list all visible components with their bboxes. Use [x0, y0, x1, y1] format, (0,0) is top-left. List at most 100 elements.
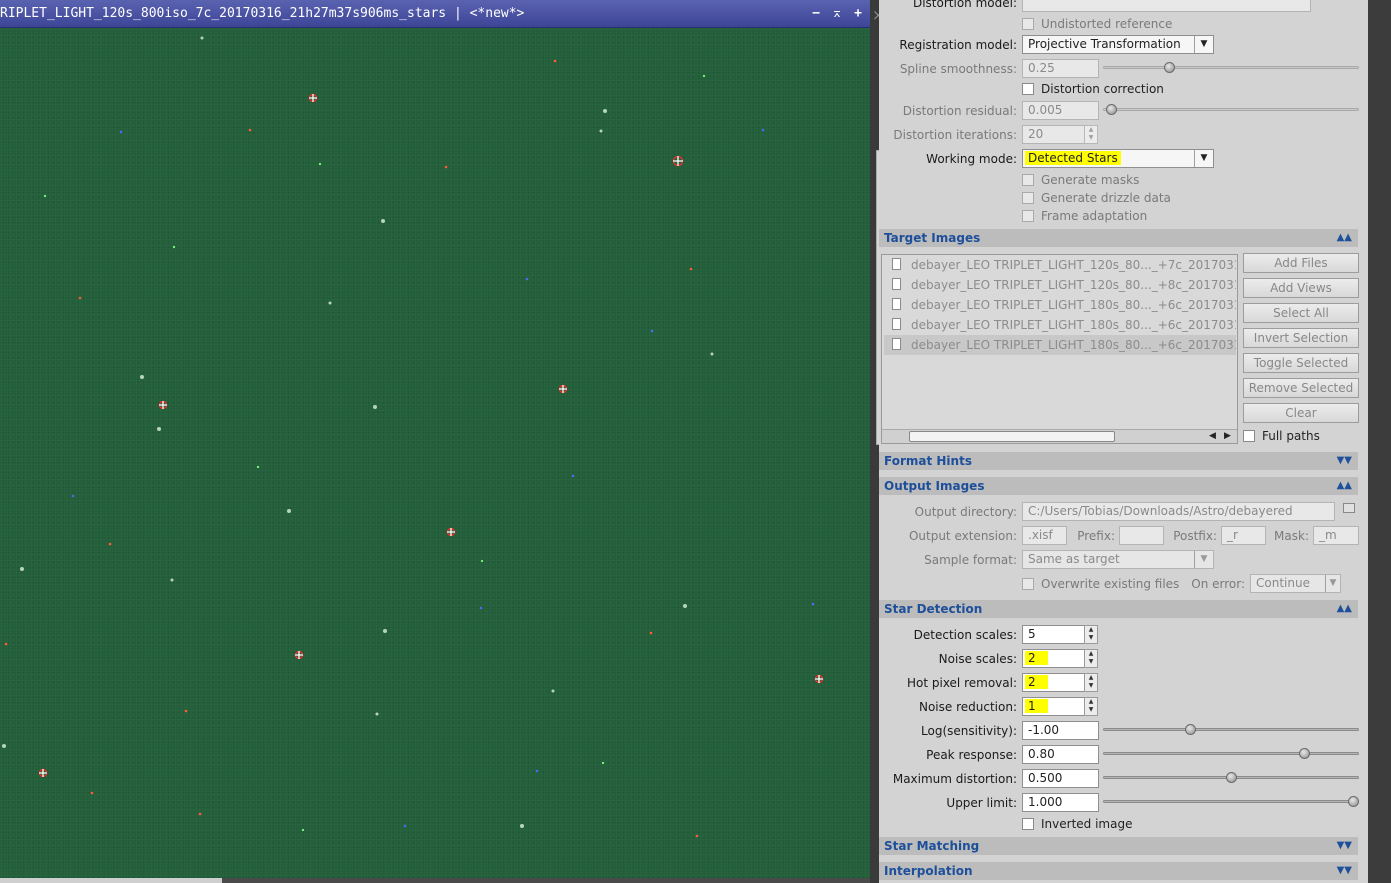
collapse-icon[interactable]: ▲▲ — [1337, 229, 1352, 247]
full-paths-checkbox[interactable]: Full paths — [1243, 429, 1320, 443]
target-images-section-header[interactable]: Target Images ▲▲ — [879, 229, 1358, 247]
distortion-residual-slider[interactable] — [1103, 104, 1359, 115]
interpolation-section-header[interactable]: Interpolation ▼▼ — [879, 862, 1358, 880]
detection-scales-field[interactable]: 5 — [1022, 625, 1085, 644]
distortion-residual-field[interactable]: 0.005 — [1022, 101, 1099, 120]
star-image-canvas[interactable] — [0, 28, 870, 878]
output-extension-field[interactable]: .xisf — [1022, 526, 1067, 545]
working-mode-label: Working mode: — [926, 152, 1017, 166]
scroll-left-icon[interactable]: ◀ — [1209, 430, 1216, 443]
log-sensitivity-field[interactable]: -1.00 — [1022, 721, 1099, 740]
frame-adaptation-checkbox[interactable]: Frame adaptation — [1022, 209, 1147, 223]
image-window[interactable]: RIPLET_LIGHT_120s_800iso_7c_20170316_21h… — [0, 0, 870, 883]
distortion-iterations-field[interactable]: 20 — [1022, 125, 1085, 144]
on-error-value: Continue — [1256, 576, 1310, 590]
list-item[interactable]: debayer_LEO TRIPLET_LIGHT_180s_80..._+6c… — [884, 335, 1236, 355]
noise-scales-field[interactable]: 2 — [1022, 649, 1085, 668]
generate-drizzle-checkbox[interactable]: Generate drizzle data — [1022, 191, 1171, 205]
maximize-button[interactable]: + — [848, 0, 868, 27]
overwrite-checkbox[interactable]: Overwrite existing files — [1022, 577, 1179, 591]
peak-response-slider[interactable] — [1103, 748, 1359, 759]
slider-knob[interactable] — [1226, 772, 1237, 783]
on-error-label: On error: — [1191, 577, 1245, 591]
registration-model-select[interactable]: Projective Transformation ▼ — [1022, 35, 1214, 54]
star-field — [2, 36, 824, 838]
list-item[interactable]: debayer_LEO TRIPLET_LIGHT_120s_80..._+8c… — [884, 275, 1236, 295]
toggle-selected-button[interactable]: Toggle Selected — [1243, 353, 1359, 373]
distortion-correction-checkbox[interactable]: Distortion correction — [1022, 82, 1164, 96]
prefix-field[interactable] — [1119, 526, 1164, 545]
working-mode-select[interactable]: Detected Stars ▼ — [1022, 149, 1214, 168]
minimize-button[interactable]: − — [806, 0, 826, 27]
folder-icon[interactable] — [1343, 503, 1355, 513]
upper-limit-slider[interactable] — [1103, 796, 1359, 807]
inverted-image-checkbox[interactable]: Inverted image — [1022, 817, 1132, 831]
list-horizontal-scrollbar[interactable]: ◀ ▶ — [882, 429, 1237, 443]
output-directory-field[interactable]: C:/Users/Tobias/Downloads/Astro/debayere… — [1022, 502, 1335, 521]
add-views-button[interactable]: Add Views — [1243, 278, 1359, 298]
list-item[interactable]: debayer_LEO TRIPLET_LIGHT_120s_80..._+7c… — [884, 255, 1236, 275]
file-icon — [892, 338, 901, 350]
format-hints-section-header[interactable]: Format Hints ▼▼ — [879, 452, 1358, 470]
distortion-model-field[interactable] — [1022, 0, 1311, 12]
mask-label: Mask: — [1274, 529, 1309, 543]
star-matching-section-header[interactable]: Star Matching ▼▼ — [879, 837, 1358, 855]
chevron-down-icon: ▼ — [1194, 150, 1213, 167]
shade-button[interactable]: ⌅ — [827, 0, 847, 27]
scroll-thumb[interactable] — [909, 431, 1115, 442]
slider-knob[interactable] — [1106, 104, 1117, 115]
invert-selection-button[interactable]: Invert Selection — [1243, 328, 1359, 348]
output-images-section-header[interactable]: Output Images ▲▲ — [879, 477, 1358, 495]
slider-knob[interactable] — [1185, 724, 1196, 735]
clear-button[interactable]: Clear — [1243, 403, 1359, 423]
peak-response-label: Peak response: — [926, 748, 1017, 762]
upper-limit-field[interactable]: 1.000 — [1022, 793, 1099, 812]
file-icon — [892, 298, 901, 310]
section-title: Interpolation — [884, 864, 973, 878]
remove-selected-button[interactable]: Remove Selected — [1243, 378, 1359, 398]
undistorted-reference-checkbox[interactable]: Undistorted reference — [1022, 17, 1172, 31]
spline-smoothness-slider[interactable] — [1103, 62, 1359, 73]
expand-icon[interactable]: ▼▼ — [1337, 837, 1352, 855]
list-item[interactable]: debayer_LEO TRIPLET_LIGHT_180s_80..._+6c… — [884, 295, 1236, 315]
select-all-button[interactable]: Select All — [1243, 303, 1359, 323]
spline-smoothness-field[interactable]: 0.25 — [1022, 59, 1099, 78]
star-alignment-panel: Distortion model: Undistorted reference … — [879, 0, 1368, 883]
noise-reduction-field[interactable]: 1 — [1022, 697, 1085, 716]
postfix-field[interactable]: _r — [1221, 526, 1266, 545]
scroll-thumb[interactable] — [0, 878, 222, 883]
peak-response-field[interactable]: 0.80 — [1022, 745, 1099, 764]
generate-masks-checkbox[interactable]: Generate masks — [1022, 173, 1139, 187]
noise-reduction-value: 1 — [1025, 699, 1048, 713]
add-files-button[interactable]: Add Files — [1243, 253, 1359, 273]
sample-format-select[interactable]: Same as target ▼ — [1022, 550, 1214, 569]
log-sensitivity-label: Log(sensitivity): — [921, 724, 1017, 738]
output-extension-label: Output extension: — [908, 529, 1017, 543]
mask-field[interactable]: _m — [1313, 526, 1359, 545]
maximum-distortion-field[interactable]: 0.500 — [1022, 769, 1099, 788]
slider-knob[interactable] — [1299, 748, 1310, 759]
full-paths-label: Full paths — [1262, 429, 1320, 443]
scroll-right-icon[interactable]: ▶ — [1224, 430, 1231, 443]
collapse-icon[interactable]: ▲▲ — [1337, 600, 1352, 618]
list-item[interactable]: debayer_LEO TRIPLET_LIGHT_180s_80..._+6c… — [884, 315, 1236, 335]
slider-knob[interactable] — [1348, 796, 1359, 807]
maximum-distortion-slider[interactable] — [1103, 772, 1359, 783]
distortion-iterations-spinner[interactable]: ▲ ▼ — [1084, 125, 1098, 144]
noise-scales-spinner[interactable]: ▲ ▼ — [1084, 649, 1098, 668]
hot-pixel-removal-field[interactable]: 2 — [1022, 673, 1085, 692]
star-detection-section-header[interactable]: Star Detection ▲▲ — [879, 600, 1358, 618]
target-images-list[interactable]: debayer_LEO TRIPLET_LIGHT_120s_80..._+7c… — [881, 254, 1238, 444]
expand-icon[interactable]: ▼▼ — [1337, 862, 1352, 880]
slider-knob[interactable] — [1164, 62, 1175, 73]
detection-scales-spinner[interactable]: ▲ ▼ — [1084, 625, 1098, 644]
log-sensitivity-slider[interactable] — [1103, 724, 1359, 735]
collapse-icon[interactable]: ▲▲ — [1337, 477, 1352, 495]
noise-reduction-spinner[interactable]: ▲ ▼ — [1084, 697, 1098, 716]
expand-icon[interactable]: ▼▼ — [1337, 452, 1352, 470]
image-horizontal-scrollbar[interactable] — [0, 878, 870, 883]
image-window-titlebar[interactable]: RIPLET_LIGHT_120s_800iso_7c_20170316_21h… — [0, 0, 870, 28]
hot-pixel-removal-spinner[interactable]: ▲ ▼ — [1084, 673, 1098, 692]
on-error-select[interactable]: Continue ▼ — [1250, 574, 1341, 593]
prefix-label: Prefix: — [1077, 529, 1115, 543]
